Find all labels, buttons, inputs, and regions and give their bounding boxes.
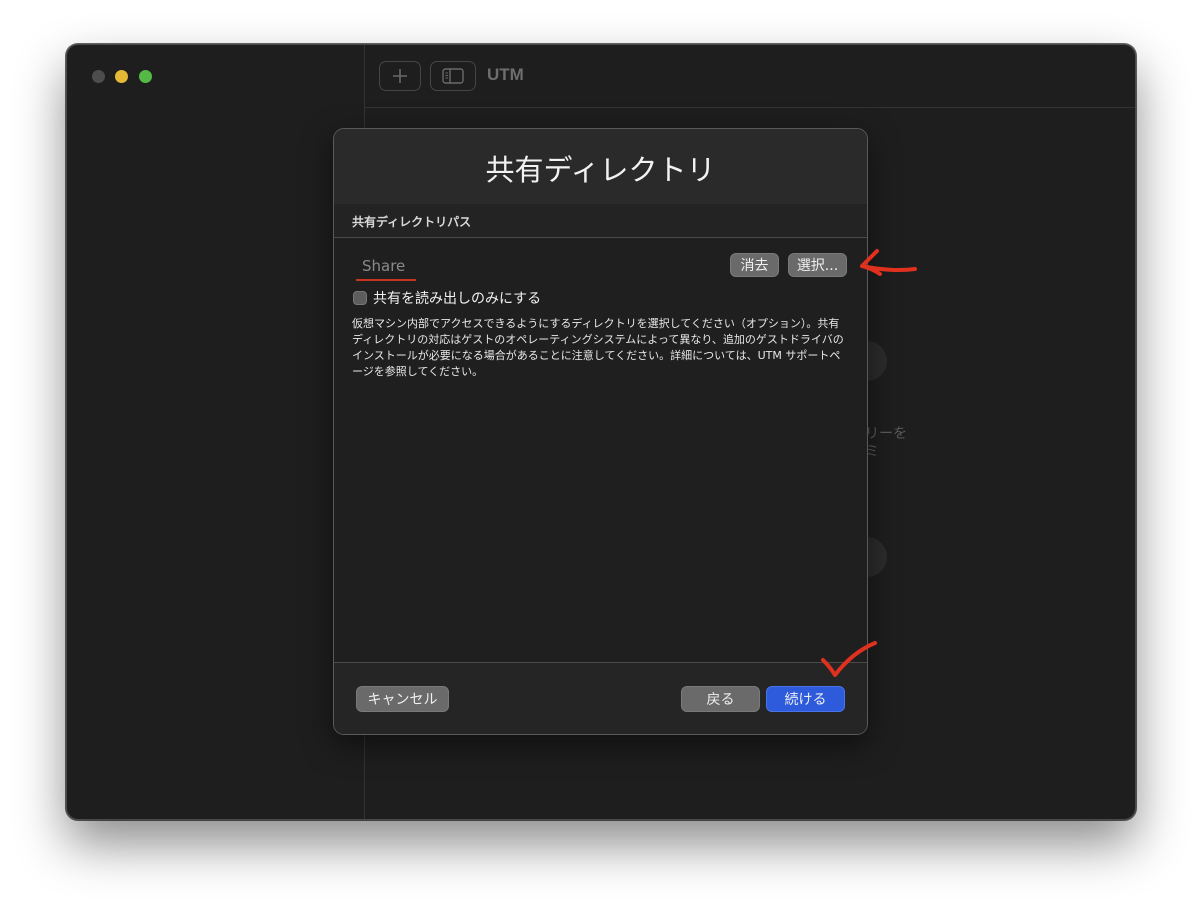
add-vm-button[interactable] (379, 61, 421, 91)
minimize-window-button[interactable] (115, 70, 128, 83)
toolbar-divider (365, 107, 1135, 108)
readonly-checkbox[interactable] (353, 291, 367, 305)
toggle-sidebar-button[interactable] (430, 61, 476, 91)
close-window-button[interactable] (92, 70, 105, 83)
sidebar-icon (442, 68, 464, 84)
cancel-button[interactable]: キャンセル (356, 686, 449, 712)
section-label: 共有ディレクトリパス (352, 215, 472, 229)
background-text-fragment: リーを (865, 426, 907, 442)
app-title: UTM (487, 65, 524, 84)
shared-directory-dialog: 共有ディレクトリ 共有ディレクトリパス Share 消去 選択... 共有を読み… (333, 128, 868, 735)
section-header: 共有ディレクトリパス (334, 204, 867, 238)
background-circle-top (867, 341, 887, 381)
dialog-header: 共有ディレクトリ (334, 129, 867, 204)
select-button[interactable]: 選択... (788, 253, 847, 277)
zoom-window-button[interactable] (139, 70, 152, 83)
background-circle-bottom (867, 537, 887, 577)
description-text: 仮想マシン内部でアクセスできるようにするディレクトリを選択してください（オプショ… (352, 317, 844, 378)
readonly-checkbox-row[interactable]: 共有を読み出しのみにする (353, 288, 541, 308)
continue-button[interactable]: 続ける (766, 686, 845, 712)
share-path-field[interactable]: Share (356, 255, 416, 281)
dialog-title: 共有ディレクトリ (485, 153, 716, 187)
back-button[interactable]: 戻る (681, 686, 760, 712)
clear-button[interactable]: 消去 (730, 253, 779, 277)
readonly-checkbox-label: 共有を読み出しのみにする (373, 291, 542, 307)
plus-icon (393, 69, 407, 83)
